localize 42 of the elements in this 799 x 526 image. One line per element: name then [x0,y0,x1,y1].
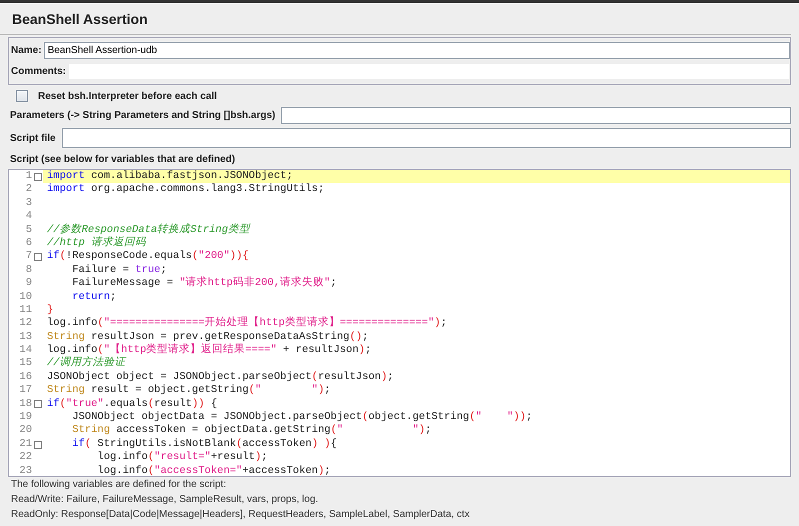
code-line: JSONObject objectData = JSONObject.parseObject(object.getString(" ")); [71,411,532,424]
code-line: if("true".equals(result)) { [46,398,218,411]
parameters-field[interactable] [281,107,791,124]
code-line: //参数ResponseData转换成String类型 [46,224,250,236]
comments-field[interactable] [68,63,790,80]
fold-icon[interactable] [34,253,42,262]
code-line: log.info("===============开始处理【http类型请求】=============="); [46,317,447,331]
line-number: 1 [9,170,32,184]
code-line: Failure = true; [71,264,167,277]
help-text: The following variables are defined for the script: [10,478,228,492]
fold-icon[interactable] [34,440,42,448]
fold-icon[interactable] [34,172,42,181]
code-editor[interactable] [8,169,791,477]
code-line: log.info("【http类型请求】返回结果====" + resultJson); [46,344,372,356]
code-line: String accessToken = objectData.getString(" "); [71,424,432,438]
fold-icon[interactable] [34,400,42,408]
code-line: JSONObject object = JSONObject.parseObject(resultJson); [46,370,394,384]
checkbox[interactable] [16,90,28,102]
field-label: Name: [10,44,43,58]
code-line: import org.apache.commons.lang3.StringUtils; [46,183,324,197]
code-line: if( StringUtils.isNotBlank(accessToken) ){ [71,438,337,451]
help-text: ReadOnly: Response[Data|Code|Message|Headers], RequestHeaders, SampleLabel, SamplerData, ctx [10,508,471,522]
code-line: return; [71,290,116,304]
code-line: FailureMessage = "请求http码非200,请求失败"; [71,277,337,291]
section-label: Script (see below for variables that are defined) [9,153,236,167]
code-line: log.info("result="+result); [96,451,268,465]
code-line: //http 请求返回码 [46,236,146,250]
checkbox-label: Reset bsh.Interpreter before each call [37,90,218,104]
field-label: Comments: [10,65,68,79]
help-text: Read/Write: Failure, FailureMessage, SampleResult, vars, props, log. [10,493,320,507]
code-line: if(!ResponseCode.equals("200")){ [46,250,249,264]
code-line: String resultJson = prev.getResponseDataAsString(); [46,330,368,343]
panel-title: BeanShell Assertion [0,3,791,35]
field-label: Script file [9,132,57,146]
code-line: } [46,304,54,317]
field-label: Parameters (-> String Parameters and String []bsh.args) [9,109,276,123]
code-line: log.info("accessToken="+accessToken); [96,464,331,476]
code-line: import com.alibaba.fastjson.JSONObject; [46,170,293,183]
script-file-field[interactable] [62,128,791,148]
code-line: //调用方法验证 [46,357,126,371]
code-line: String result = object.getString(" "); [46,384,331,398]
name-field[interactable]: BeanShell Assertion-udb [44,42,790,59]
